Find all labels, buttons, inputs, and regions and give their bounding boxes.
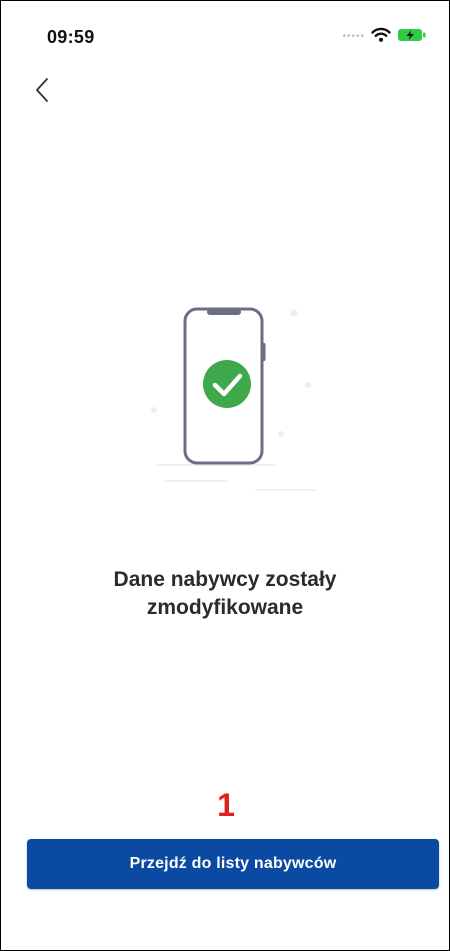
status-bar: 09:59 ••••• (1, 1, 449, 73)
battery-charging-icon (397, 27, 427, 48)
status-indicators: ••••• (342, 27, 427, 48)
phone-checkmark-illustration (151, 307, 317, 491)
annotation-marker: 1 (217, 787, 235, 823)
go-to-buyers-list-button[interactable]: Przejdź do listy nabywców (27, 839, 439, 889)
wifi-icon (371, 27, 391, 48)
success-message-line-1: Dane nabywcy zostały (113, 568, 337, 591)
success-message-line-2: zmodyfikowane (146, 596, 304, 619)
app-screen: 09:59 ••••• Dane nabywcy zostały zmodyfi… (0, 0, 450, 951)
success-message: Dane nabywcy zostały zmodyfikowane (41, 566, 409, 622)
status-time: 09:59 (47, 27, 95, 47)
back-button[interactable] (25, 73, 59, 107)
cellular-signal-icon: ••••• (342, 31, 365, 42)
chevron-left-icon (36, 78, 48, 102)
